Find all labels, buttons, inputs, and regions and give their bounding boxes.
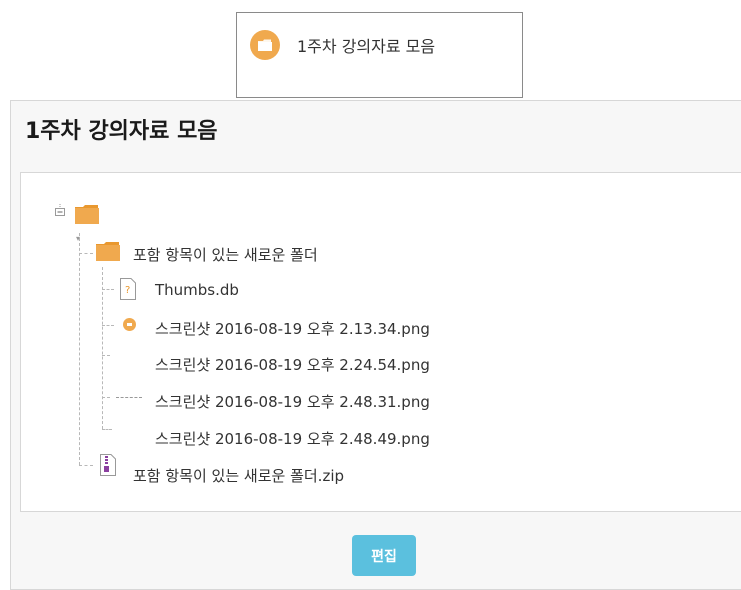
- tree-connector: [79, 253, 93, 254]
- folder-tree: ▾ 포함 항목이 있는 새로운 폴더 ? Thumbs.db 스크린샷 2016…: [20, 172, 741, 512]
- subfolder-label[interactable]: 포함 항목이 있는 새로운 폴더: [133, 244, 318, 265]
- root-folder-icon[interactable]: [75, 205, 99, 228]
- tree-connector: [102, 289, 114, 290]
- file-link[interactable]: Thumbs.db: [155, 281, 239, 299]
- tree-connector: [79, 465, 93, 466]
- folder-icon: [250, 30, 280, 60]
- file-link[interactable]: 스크린샷 2016-08-19 오후 2.48.49.png: [155, 428, 430, 449]
- tree-connector: [102, 355, 110, 356]
- tree-connector: [102, 325, 114, 326]
- tree-connector: [102, 397, 110, 398]
- subfolder-icon[interactable]: [96, 242, 120, 265]
- image-file-icon: [123, 318, 136, 331]
- expand-arrow-icon[interactable]: ▾: [76, 234, 80, 243]
- edit-button[interactable]: 편집: [352, 535, 416, 576]
- file-link[interactable]: 포함 항목이 있는 새로운 폴더.zip: [133, 465, 344, 486]
- file-link[interactable]: 스크린샷 2016-08-19 오후 2.13.34.png: [155, 318, 430, 339]
- tree-connector: [102, 429, 112, 430]
- folder-panel: 1주차 강의자료 모음 ▾ 포함 항목이 있는 새로운 폴더 ? Thumbs.…: [10, 100, 741, 590]
- file-link[interactable]: 스크린샷 2016-08-19 오후 2.24.54.png: [155, 354, 430, 375]
- zip-file-icon: [100, 454, 116, 480]
- tree-connector: [79, 233, 80, 465]
- unknown-file-icon: ?: [120, 278, 136, 304]
- svg-text:?: ?: [125, 285, 130, 296]
- collapse-toggle-icon[interactable]: [55, 201, 65, 216]
- activity-link[interactable]: 1주차 강의자료 모음: [297, 33, 435, 57]
- tree-connector: [116, 397, 142, 398]
- tree-connector: [102, 267, 103, 429]
- file-link[interactable]: 스크린샷 2016-08-19 오후 2.48.31.png: [155, 391, 430, 412]
- page-title: 1주차 강의자료 모음: [25, 119, 218, 144]
- activity-card[interactable]: 1주차 강의자료 모음: [236, 12, 523, 98]
